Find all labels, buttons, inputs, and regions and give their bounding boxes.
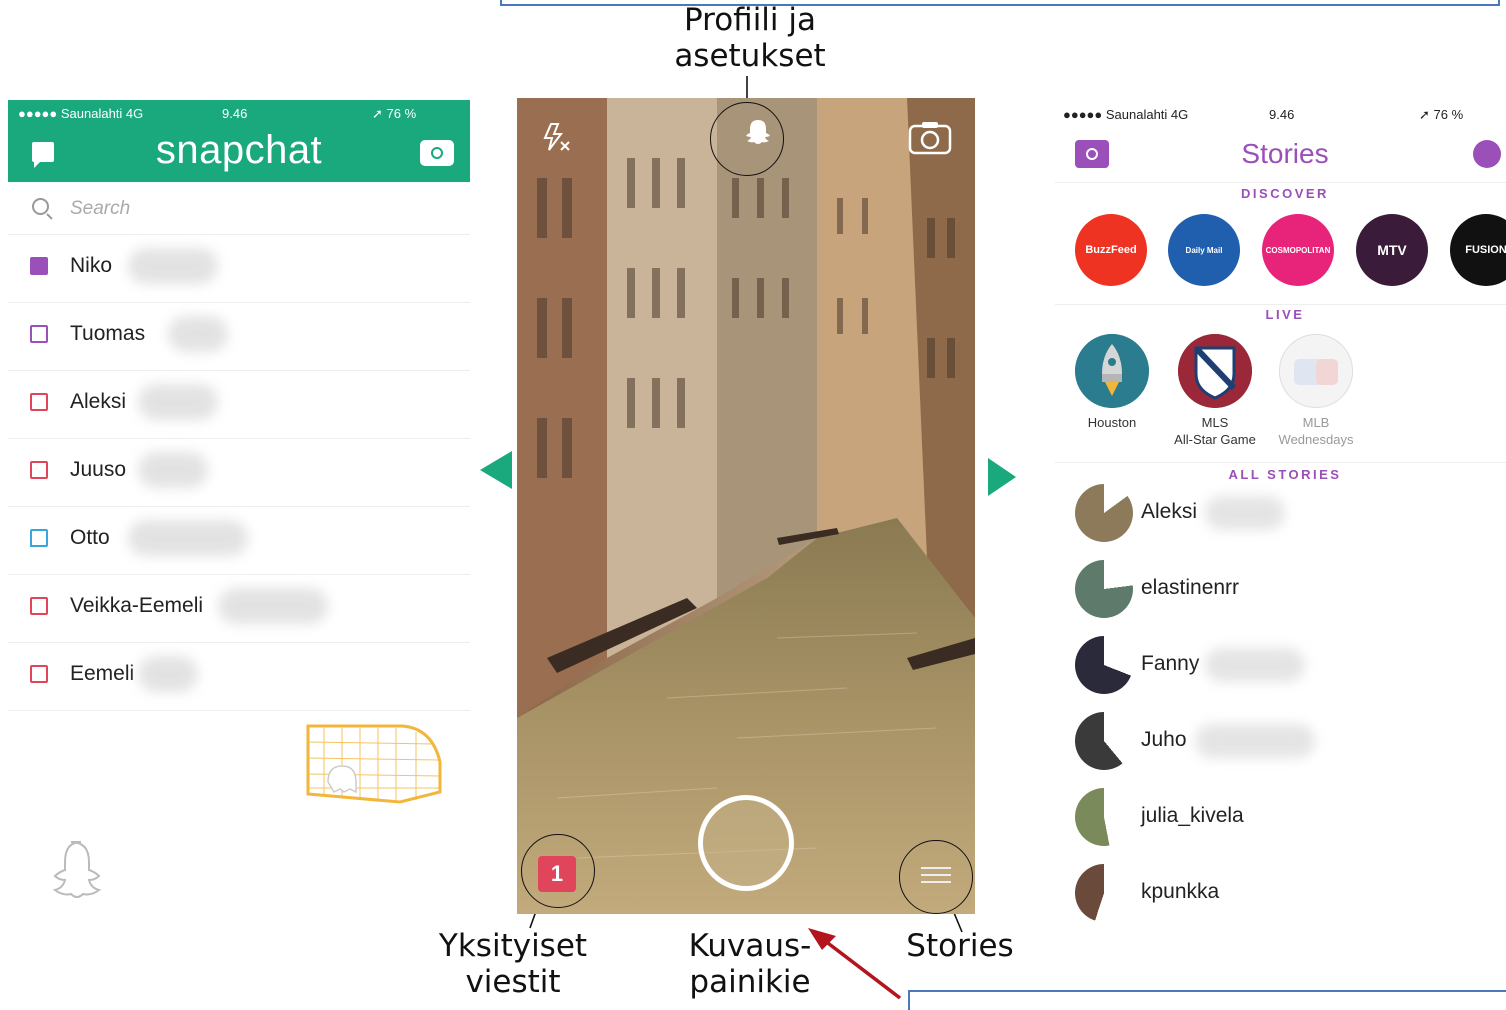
discover-channel-label: COSMOPOLITAN: [1265, 245, 1331, 255]
story-row[interactable]: julia_kivela: [1055, 770, 1506, 846]
friend-row[interactable]: Niko: [8, 234, 470, 303]
story-avatar: [1075, 636, 1133, 694]
friend-row[interactable]: Tuomas: [8, 302, 470, 371]
chat-status-icon: [30, 529, 48, 547]
redacted-surname: [1205, 648, 1305, 682]
capture-arrow-line: [814, 932, 902, 1000]
story-username: Fanny: [1141, 652, 1200, 675]
friend-name: Aleksi: [70, 390, 127, 413]
divider: [1055, 182, 1506, 183]
venice-canal-photo: [517, 98, 975, 914]
redacted-surname: [218, 588, 328, 624]
friend-name: Niko: [70, 254, 113, 277]
redacted-surname: [1205, 496, 1285, 530]
search-icon: [32, 198, 49, 215]
snap-status-icon: [30, 461, 48, 479]
snap-status-icon: [30, 393, 48, 411]
story-avatar: [1075, 712, 1133, 770]
friend-name: Tuomas: [70, 322, 146, 345]
discover-channel[interactable]: COSMOPOLITAN: [1262, 214, 1334, 286]
add-story-icon[interactable]: [1473, 140, 1501, 168]
flip-camera-icon[interactable]: [907, 120, 953, 161]
live-houston-icon[interactable]: [1075, 334, 1149, 408]
section-live: LIVE: [1265, 307, 1305, 322]
status-battery: ➚ 76 %: [372, 106, 417, 121]
discover-channel-label: BuzzFeed: [1085, 244, 1137, 256]
swipe-right-arrow: [988, 458, 1016, 496]
story-username: elastinenrr: [1141, 576, 1240, 599]
redacted-surname: [1195, 724, 1315, 758]
menu-icon[interactable]: [921, 862, 951, 890]
story-row[interactable]: Juho: [1055, 694, 1506, 770]
friend-name: Otto: [70, 526, 110, 549]
divider: [1055, 304, 1506, 305]
story-username: julia_kivela: [1141, 804, 1244, 827]
redacted-surname: [138, 452, 208, 488]
discover-channel[interactable]: FUSION: [1450, 214, 1506, 286]
stories-screen: ●●●●● Saunalahti 4G 9.46 ➚ 76 % Stories …: [1055, 100, 1506, 922]
story-row[interactable]: elastinenrr: [1055, 542, 1506, 618]
friend-row[interactable]: Otto: [8, 506, 470, 575]
status-battery: ➚ 76 %: [1419, 107, 1464, 122]
page-title: Stories: [1241, 138, 1329, 169]
discover-channel-label: Daily Mail: [1185, 245, 1223, 255]
capture-button[interactable]: [698, 795, 794, 891]
soccer-goal-icon: [306, 724, 442, 804]
discover-channel[interactable]: BuzzFeed: [1075, 214, 1147, 286]
redacted-surname: [128, 520, 248, 556]
live-story-label: Houston: [1087, 415, 1137, 430]
status-carrier: ●●●●● Saunalahti 4G: [18, 106, 144, 121]
camera-icon[interactable]: [420, 140, 454, 166]
live-mls-icon[interactable]: [1178, 334, 1252, 408]
redacted-surname: [138, 384, 218, 420]
discover-channel[interactable]: Daily Mail: [1168, 214, 1240, 286]
swipe-left-arrow: [480, 451, 512, 489]
search-input[interactable]: [68, 194, 452, 224]
live-mlb-icon[interactable]: [1279, 334, 1353, 408]
friend-row[interactable]: Juuso: [8, 438, 470, 507]
app-title: snapchat: [155, 128, 323, 172]
divider: [1055, 462, 1506, 463]
status-time: 9.46: [1269, 107, 1295, 122]
friend-name: Veikka-Eemeli: [70, 594, 204, 617]
chat-header: ●●●●● Saunalahti 4G 9.46 ➚ 76 % snapchat: [8, 100, 470, 182]
story-row[interactable]: Fanny: [1055, 618, 1506, 694]
camera-view[interactable]: 1: [517, 98, 975, 914]
discover-channel[interactable]: MTV: [1356, 214, 1428, 286]
discover-channel-label: MTV: [1377, 242, 1407, 258]
redacted-surname: [138, 656, 198, 692]
section-discover: DISCOVER: [1241, 186, 1329, 201]
redacted-surname: [168, 316, 228, 352]
flash-off-icon[interactable]: [541, 122, 571, 159]
snap-status-icon: [30, 665, 48, 683]
story-username: Juho: [1141, 728, 1187, 751]
friend-row[interactable]: Veikka-Eemeli: [8, 574, 470, 643]
status-time: 9.46: [222, 106, 248, 121]
story-avatar: [1075, 788, 1133, 846]
story-row[interactable]: Aleksi: [1055, 466, 1506, 542]
status-carrier: ●●●●● Saunalahti 4G: [1063, 107, 1189, 122]
story-avatar: [1075, 560, 1133, 618]
friend-name: Juuso: [70, 458, 127, 481]
story-username: Aleksi: [1141, 500, 1198, 523]
ghost-icon[interactable]: [745, 118, 771, 144]
snap-status-icon: [30, 597, 48, 615]
unread-messages-badge[interactable]: 1: [538, 856, 576, 892]
live-story-label: MLB Wednesdays: [1278, 415, 1354, 447]
friend-row[interactable]: Aleksi: [8, 370, 470, 439]
story-row[interactable]: kpunkka: [1055, 846, 1506, 922]
friend-row[interactable]: Eemeli: [8, 642, 470, 711]
story-username: kpunkka: [1141, 880, 1220, 903]
story-avatar: [1075, 864, 1133, 922]
snap-status-icon: [30, 325, 48, 343]
discover-channel-label: FUSION: [1465, 244, 1506, 256]
chat-list-screen: ●●●●● Saunalahti 4G 9.46 ➚ 76 % snapchat…: [8, 100, 470, 900]
friend-name: Eemeli: [70, 662, 135, 685]
search-bar: [8, 182, 470, 235]
story-avatar: [1075, 484, 1133, 542]
ghost-icon[interactable]: [38, 838, 104, 898]
snap-status-icon: [30, 257, 48, 275]
redacted-surname: [128, 248, 218, 284]
